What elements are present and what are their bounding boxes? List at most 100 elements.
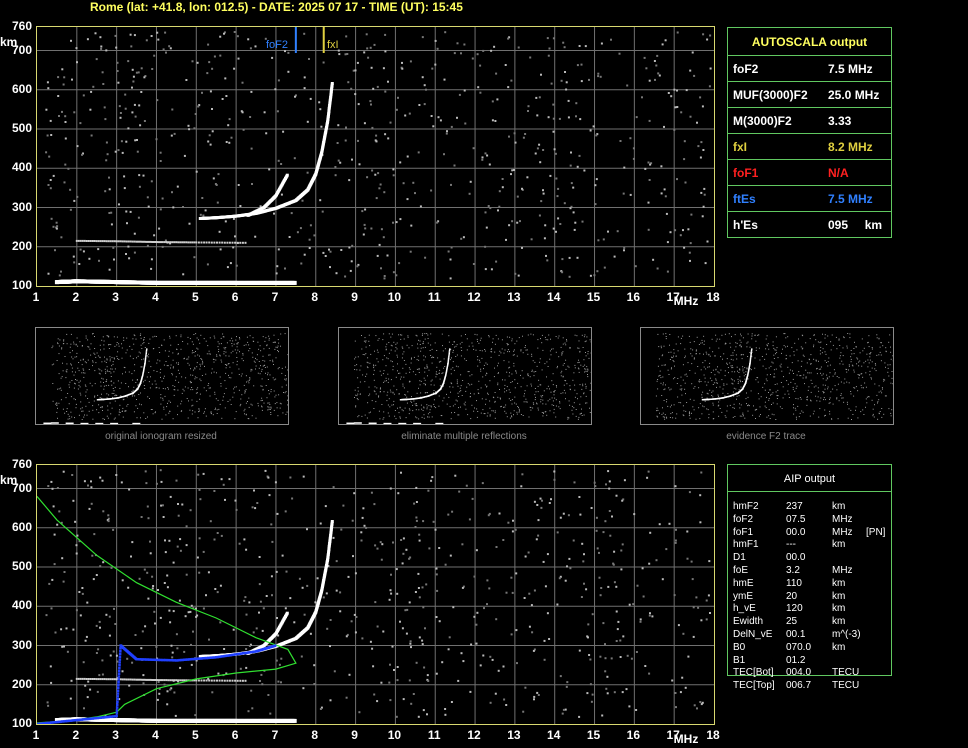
- thumbnail-noise-dot: [223, 351, 225, 353]
- noise-dot: [693, 704, 696, 707]
- thumbnail-noise-dot: [784, 333, 786, 335]
- noise-dot: [250, 147, 253, 150]
- thumbnail-noise-dot: [543, 390, 545, 392]
- thumbnail-noise-dot: [555, 405, 557, 407]
- thumbnail-e-trace: [435, 422, 444, 424]
- noise-dot: [563, 46, 566, 49]
- thumbnail-noise-dot: [807, 372, 809, 374]
- thumbnail-noise-dot: [758, 398, 760, 400]
- noise-dot: [572, 211, 575, 214]
- noise-dot: [76, 145, 79, 148]
- noise-dot: [242, 128, 245, 131]
- noise-dot: [63, 645, 65, 648]
- noise-dot: [105, 159, 108, 162]
- noise-dot: [268, 168, 271, 171]
- thumbnail-noise-dot: [92, 409, 94, 411]
- noise-dot: [164, 551, 167, 554]
- autoscala-row: foF2 7.5 MHz: [728, 55, 891, 82]
- ionogram-plot[interactable]: foF2 fxI: [36, 26, 715, 287]
- noise-dot: [578, 496, 581, 498]
- aip-plot[interactable]: [36, 464, 715, 725]
- noise-dot: [202, 214, 205, 217]
- thumbnail-noise-dot: [878, 385, 880, 387]
- thumbnail-noise-dot: [388, 398, 390, 400]
- noise-dot: [660, 192, 663, 195]
- noise-dot: [366, 47, 369, 50]
- noise-dot: [408, 601, 411, 604]
- thumbnail-noise-dot: [656, 410, 658, 412]
- thumbnail-noise-dot: [406, 344, 408, 346]
- noise-dot: [456, 116, 458, 119]
- thumbnail-noise-dot: [761, 356, 763, 357]
- thumbnail-noise-dot: [794, 407, 796, 409]
- thumbnail-noise-dot: [575, 415, 577, 417]
- thumbnail-noise-dot: [230, 377, 232, 379]
- noise-dot: [360, 531, 363, 534]
- thumbnail-noise-dot: [442, 372, 444, 374]
- thumbnail-noise-dot: [177, 369, 179, 371]
- thumbnail-noise-dot: [284, 392, 286, 394]
- thumbnail-noise-dot: [745, 371, 747, 373]
- noise-dot: [188, 128, 191, 131]
- noise-dot: [602, 531, 605, 534]
- thumbnail-noise-dot: [416, 403, 417, 405]
- thumbnail-noise-dot: [843, 382, 845, 384]
- thumbnail-e-trace: [110, 422, 119, 424]
- thumbnail-noise-dot: [84, 384, 86, 386]
- thumbnail-noise-dot: [715, 334, 717, 336]
- noise-dot: [154, 622, 156, 625]
- noise-dot: [225, 141, 228, 143]
- noise-dot: [73, 199, 76, 202]
- thumbnail-noise-dot: [181, 392, 183, 394]
- thumbnail-noise-dot: [723, 383, 725, 385]
- noise-dot: [568, 557, 571, 560]
- thumbnail-noise-dot: [77, 388, 79, 390]
- thumbnail-noise-dot: [365, 346, 367, 348]
- thumbnail-noise-dot: [890, 351, 892, 353]
- thumbnail-noise-dot: [444, 348, 446, 350]
- noise-dot: [219, 248, 222, 251]
- thumbnail-noise-dot: [387, 412, 389, 414]
- thumbnail-noise-dot: [890, 358, 892, 360]
- noise-dot: [165, 51, 167, 54]
- noise-dot: [354, 69, 357, 72]
- thumbnail-noise-dot: [257, 402, 259, 404]
- thumbnail-noise-dot: [252, 356, 254, 358]
- thumbnail-noise-dot: [279, 407, 281, 409]
- thumbnail-original[interactable]: [35, 327, 289, 425]
- thumbnail-noise-dot: [524, 347, 526, 348]
- noise-dot: [115, 474, 118, 476]
- noise-dot: [537, 534, 540, 537]
- thumbnail-noise-dot: [691, 412, 692, 414]
- thumbnail-noise-dot: [551, 380, 553, 382]
- noise-dot: [112, 650, 115, 653]
- thumbnail-eliminate[interactable]: [338, 327, 592, 425]
- thumbnail-noise-dot: [268, 337, 270, 339]
- thumbnail-noise-dot: [861, 387, 863, 389]
- thumbnail-noise-dot: [395, 376, 397, 378]
- noise-dot: [346, 53, 349, 55]
- thumbnail-noise-dot: [874, 363, 876, 365]
- noise-dot: [643, 56, 646, 59]
- thumbnail-noise-dot: [427, 413, 429, 415]
- thumbnail-evidence[interactable]: [640, 327, 894, 425]
- thumbnail-noise-dot: [819, 400, 821, 402]
- thumbnail-noise-dot: [396, 342, 398, 344]
- thumbnail-noise-dot: [712, 396, 714, 398]
- noise-dot: [388, 598, 391, 601]
- thumbnail-noise-dot: [111, 365, 113, 367]
- noise-dot: [616, 230, 619, 233]
- noise-dot: [251, 506, 254, 509]
- noise-dot: [335, 272, 338, 275]
- thumbnail-noise-dot: [880, 360, 882, 362]
- noise-dot: [666, 241, 669, 244]
- noise-dot: [137, 71, 140, 74]
- thumbnail-noise-dot: [816, 368, 817, 370]
- thumbnail-noise-dot: [789, 369, 791, 371]
- thumbnail-noise-dot: [703, 340, 705, 342]
- thumbnail-noise-dot: [783, 345, 785, 347]
- thumbnail-noise-dot: [266, 344, 268, 346]
- noise-dot: [173, 132, 176, 135]
- thumbnail-noise-dot: [262, 365, 264, 367]
- thumbnail-noise-dot: [663, 364, 665, 366]
